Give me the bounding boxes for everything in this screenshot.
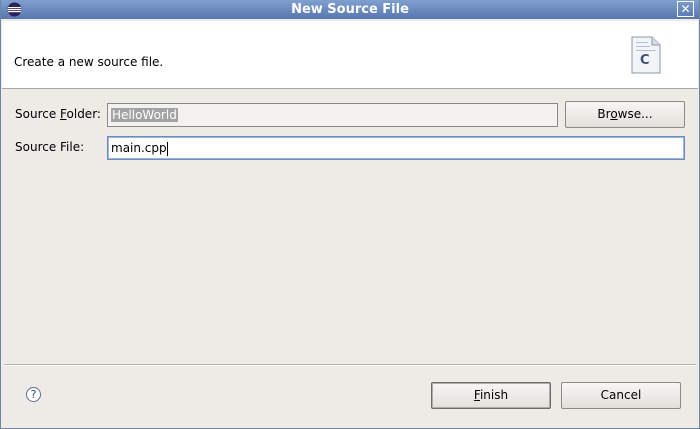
title-bar[interactable]: New Source File ✕ — [1, 0, 699, 19]
source-file-value: main.cpp — [111, 141, 167, 155]
browse-button[interactable]: Browse... — [565, 101, 685, 128]
c-source-file-icon-letter: C — [640, 53, 650, 68]
c-source-file-icon: C — [631, 36, 661, 74]
source-folder-input[interactable]: HelloWorld — [107, 103, 558, 127]
window-title: New Source File — [291, 2, 409, 17]
close-icon: ✕ — [680, 2, 691, 16]
footer-separator — [4, 364, 696, 366]
source-folder-label: Source Folder: — [15, 107, 101, 121]
source-folder-value: HelloWorld — [111, 108, 178, 122]
finish-button[interactable]: Finish — [431, 382, 551, 409]
source-file-label: Source File: — [15, 140, 85, 154]
close-button[interactable]: ✕ — [677, 1, 694, 17]
text-cursor — [166, 141, 168, 156]
help-icon[interactable]: ? — [26, 387, 41, 402]
banner-message: Create a new source file. — [14, 55, 164, 69]
source-file-input[interactable]: main.cpp — [107, 136, 685, 160]
new-source-file-dialog: New Source File ✕ Create a new source fi… — [0, 0, 700, 429]
wizard-banner: Create a new source file. C — [2, 21, 698, 89]
cancel-button[interactable]: Cancel — [561, 382, 681, 409]
